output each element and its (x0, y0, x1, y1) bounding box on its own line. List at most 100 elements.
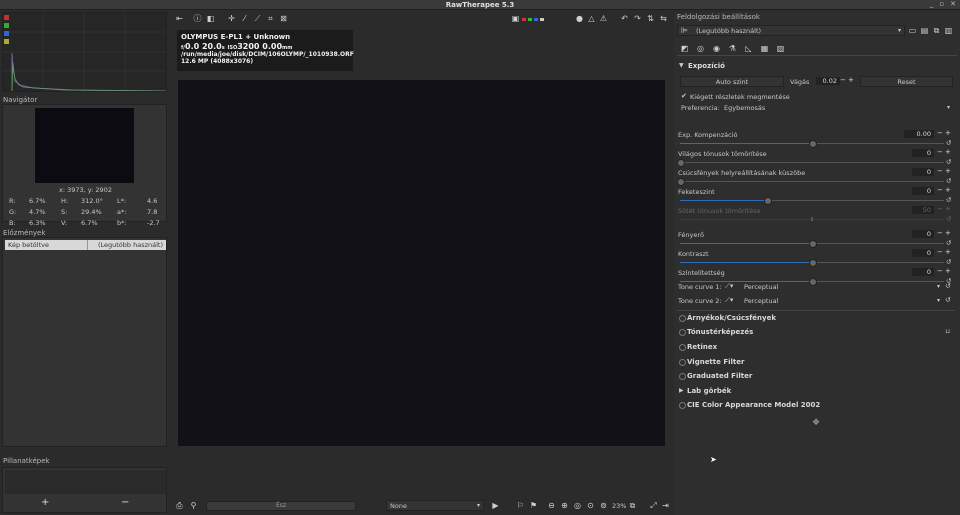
zoom-fit-icon[interactable]: ◎ (572, 500, 583, 511)
decrease-button[interactable]: − (937, 205, 943, 213)
color-picker-icon[interactable]: ⊠ (278, 13, 289, 24)
green-channel-toggle[interactable] (4, 23, 9, 28)
toggle-icon[interactable] (679, 359, 686, 366)
slider-value[interactable]: 0 (912, 268, 934, 276)
clip-decrease-button[interactable]: − (840, 76, 846, 84)
exposure-tab-icon[interactable]: ◩ (679, 43, 690, 54)
reset-icon[interactable]: ↺ (946, 139, 951, 147)
exposure-section-header[interactable]: ▼ Expozíció (677, 61, 952, 71)
slider-knob[interactable] (677, 178, 685, 186)
section-ciecam02[interactable]: CIE Color Appearance Model 2002 (678, 400, 954, 412)
slider-track[interactable] (680, 240, 944, 248)
raw-tab-icon[interactable]: ▦ (759, 43, 770, 54)
remove-snapshot-button[interactable]: − (121, 497, 129, 508)
toggle-icon[interactable] (679, 344, 686, 351)
soft-proof-icon[interactable]: ⚐ (515, 500, 526, 511)
increase-button[interactable]: + (945, 148, 951, 156)
add-snapshot-button[interactable]: + (41, 497, 49, 508)
decrease-button[interactable]: − (937, 148, 943, 156)
zoom-in-icon[interactable]: ⊕ (559, 500, 570, 511)
decrease-button[interactable]: − (937, 248, 943, 256)
reset-icon[interactable]: ↺ (946, 158, 951, 166)
red-preview-toggle[interactable] (522, 18, 526, 21)
rotate-right-icon[interactable]: ↷ (632, 13, 643, 24)
before-after-icon[interactable]: ◧ (205, 13, 216, 24)
section-tone-mapping[interactable]: Tónustérképezés ⊔ (678, 327, 954, 339)
hand-tool-icon[interactable]: ✛ (226, 13, 237, 24)
tone-curve-2-reset-icon[interactable]: ↺ (945, 296, 951, 304)
green-preview-toggle[interactable] (528, 18, 532, 21)
reset-button[interactable]: Reset (860, 76, 953, 87)
slider-knob[interactable] (809, 278, 817, 286)
zoom-out-icon[interactable]: ⊖ (546, 500, 557, 511)
decrease-button[interactable]: − (937, 167, 943, 175)
luminance-preview-toggle[interactable] (540, 18, 544, 21)
reset-icon[interactable]: ↺ (946, 215, 951, 223)
slider-track[interactable] (680, 197, 944, 205)
slider-value[interactable]: 0 (912, 149, 934, 157)
blue-preview-toggle[interactable] (534, 18, 538, 21)
navigator-preview[interactable] (35, 108, 134, 183)
luminance-toggle[interactable] (4, 39, 9, 44)
slider-track[interactable] (680, 259, 944, 267)
slider-knob[interactable] (809, 259, 817, 267)
slider-value[interactable]: 0.00 (904, 130, 934, 138)
snapshots-list[interactable] (5, 470, 166, 494)
slider-value[interactable]: 0 (912, 230, 934, 238)
output-profile-select[interactable]: None ▾ (386, 500, 484, 511)
decrease-button[interactable]: − (937, 186, 943, 194)
increase-button[interactable]: + (945, 129, 951, 137)
decrease-button[interactable]: − (937, 129, 943, 137)
paste-profile-icon[interactable]: ▥ (943, 25, 954, 36)
slider-track[interactable] (680, 217, 944, 221)
increase-button[interactable]: + (945, 167, 951, 175)
crop-icon[interactable]: ⌗ (265, 13, 276, 24)
tone-curve-2-select[interactable]: ⟋▾ Perceptual ▾ (724, 296, 942, 306)
flip-vertical-icon[interactable]: ⇅ (645, 13, 656, 24)
section-retinex[interactable]: Retinex (678, 342, 954, 354)
increase-button[interactable]: + (945, 267, 951, 275)
toggle-icon[interactable] (679, 402, 686, 409)
lock-icon[interactable]: ⚲ (188, 500, 199, 511)
increase-button[interactable]: + (945, 186, 951, 194)
increase-button[interactable]: + (945, 229, 951, 237)
close-icon[interactable]: ✕ (950, 0, 956, 10)
history-col-profile[interactable]: (Legutóbb használt) (98, 241, 163, 249)
slider-track[interactable] (677, 159, 944, 167)
flip-horizontal-icon[interactable]: ⇆ (658, 13, 669, 24)
print-icon[interactable]: ⎙ (174, 500, 185, 511)
preview-modes-icon[interactable]: ▣ (510, 13, 521, 24)
slider-value[interactable]: 50 (912, 206, 934, 214)
highlight-clipping-icon[interactable]: ⚠ (598, 13, 609, 24)
toggle-icon[interactable] (679, 329, 686, 336)
toggle-icon[interactable] (679, 315, 686, 322)
fullscreen-icon[interactable]: ⤢ (648, 500, 659, 511)
section-graduated-filter[interactable]: Graduated Filter (678, 371, 954, 383)
slider-value[interactable]: 0 (912, 168, 934, 176)
slider-knob[interactable] (809, 140, 817, 148)
reset-icon[interactable]: ↺ (946, 177, 951, 185)
section-vignette-filter[interactable]: Vignette Filter (678, 357, 954, 369)
reset-icon[interactable]: ↺ (946, 258, 951, 266)
increase-button[interactable]: + (945, 205, 951, 213)
load-profile-icon[interactable]: ▭ (907, 25, 918, 36)
reset-icon[interactable]: ↺ (946, 277, 951, 285)
slider-track[interactable] (680, 278, 944, 286)
slider-knob[interactable] (764, 197, 773, 205)
slider-track[interactable] (680, 140, 944, 148)
highlight-recon-checkbox[interactable]: ✔ (681, 92, 687, 100)
zoom-100-icon[interactable]: ⊙ (585, 500, 596, 511)
transform-tab-icon[interactable]: ◺ (743, 43, 754, 54)
section-lab-curves[interactable]: ▶ Lab görbék (678, 386, 954, 398)
gamut-check-icon[interactable]: ⚑ (528, 500, 539, 511)
slider-knob[interactable] (811, 217, 813, 221)
toggle-icon[interactable] (679, 373, 686, 380)
clip-increase-button[interactable]: + (848, 76, 854, 84)
focus-mask-icon[interactable]: ● (574, 13, 585, 24)
slider-knob[interactable] (677, 159, 685, 167)
main-image-preview[interactable] (178, 80, 665, 446)
slider-value[interactable]: 0 (912, 249, 934, 257)
slider-track[interactable] (677, 178, 944, 186)
slider-value[interactable]: 0 (912, 187, 934, 195)
zoom-crop-icon[interactable]: ⊚ (598, 500, 609, 511)
